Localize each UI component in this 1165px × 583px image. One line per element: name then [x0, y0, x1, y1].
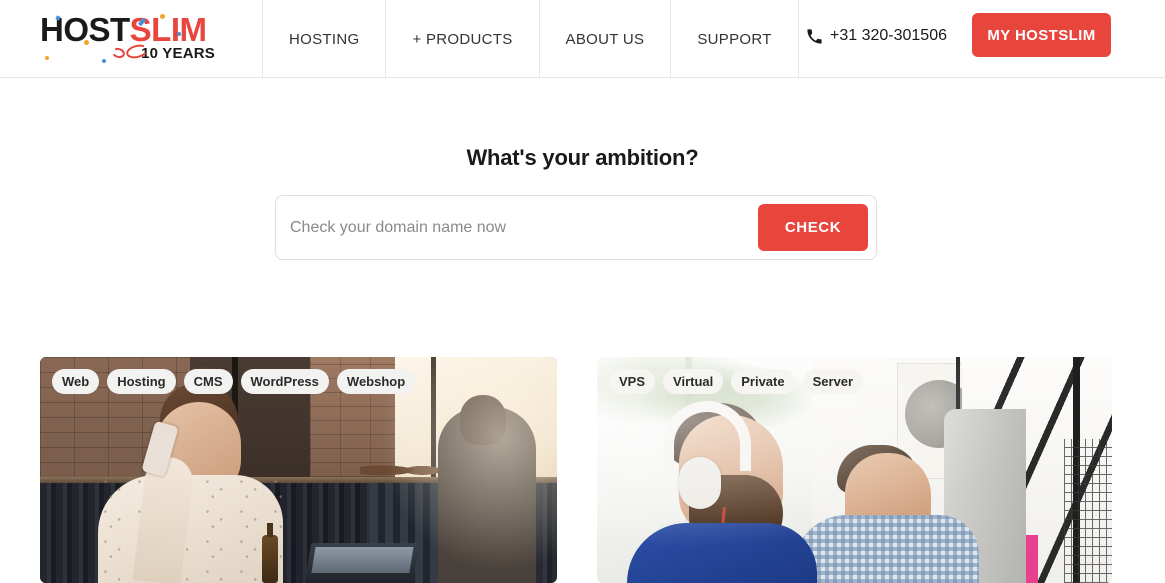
logo[interactable]: HOSTSLIM 10 YEARS [40, 12, 215, 64]
logo-text-slim: SLIM [129, 11, 207, 48]
phone-icon [806, 28, 823, 45]
domain-search-input[interactable] [276, 196, 746, 259]
phone-number: +31 320-301506 [830, 27, 947, 44]
nav-item-hosting[interactable]: HOSTING [262, 0, 387, 78]
tag-web[interactable]: Web [52, 369, 100, 394]
tag-cms[interactable]: CMS [183, 369, 233, 394]
site-header: HOSTSLIM 10 YEARS HOSTING + PRODUCTS ABO… [0, 0, 1165, 78]
tag-private[interactable]: Private [731, 369, 795, 394]
streamer-icon [110, 46, 127, 60]
logo-tagline: 10 YEARS [141, 45, 215, 62]
card-tag-list: Web Hosting CMS WordPress Webshop [52, 369, 416, 394]
phone-link[interactable]: +31 320-301506 [806, 27, 947, 45]
tag-vps[interactable]: VPS [609, 369, 656, 394]
page-title: What's your ambition? [466, 145, 699, 170]
logo-wordmark: HOSTSLIM [40, 12, 207, 48]
nav-item-support[interactable]: SUPPORT [671, 0, 799, 78]
tag-virtual[interactable]: Virtual [663, 369, 724, 394]
tag-server[interactable]: Server [802, 369, 864, 394]
main-navigation: HOSTING + PRODUCTS ABOUT US SUPPORT [262, 0, 799, 78]
tag-webshop[interactable]: Webshop [336, 369, 416, 394]
tag-hosting[interactable]: Hosting [107, 369, 176, 394]
web-hosting-card[interactable]: Web Hosting CMS WordPress Webshop [40, 357, 557, 583]
my-hostslim-button[interactable]: MY HOSTSLIM [972, 13, 1111, 57]
nav-item-products[interactable]: + PRODUCTS [386, 0, 540, 78]
domain-search-box: CHECK [275, 195, 877, 260]
logo-text-host: HOST [40, 11, 130, 48]
nav-item-about-us[interactable]: ABOUT US [540, 0, 672, 78]
confetti-icon [102, 59, 106, 63]
card-tag-list: VPS Virtual Private Server [609, 369, 864, 394]
tag-wordpress[interactable]: WordPress [240, 369, 329, 394]
confetti-icon [45, 56, 49, 60]
vps-card[interactable]: VPS Virtual Private Server [597, 357, 1112, 583]
check-domain-button[interactable]: CHECK [758, 204, 868, 251]
